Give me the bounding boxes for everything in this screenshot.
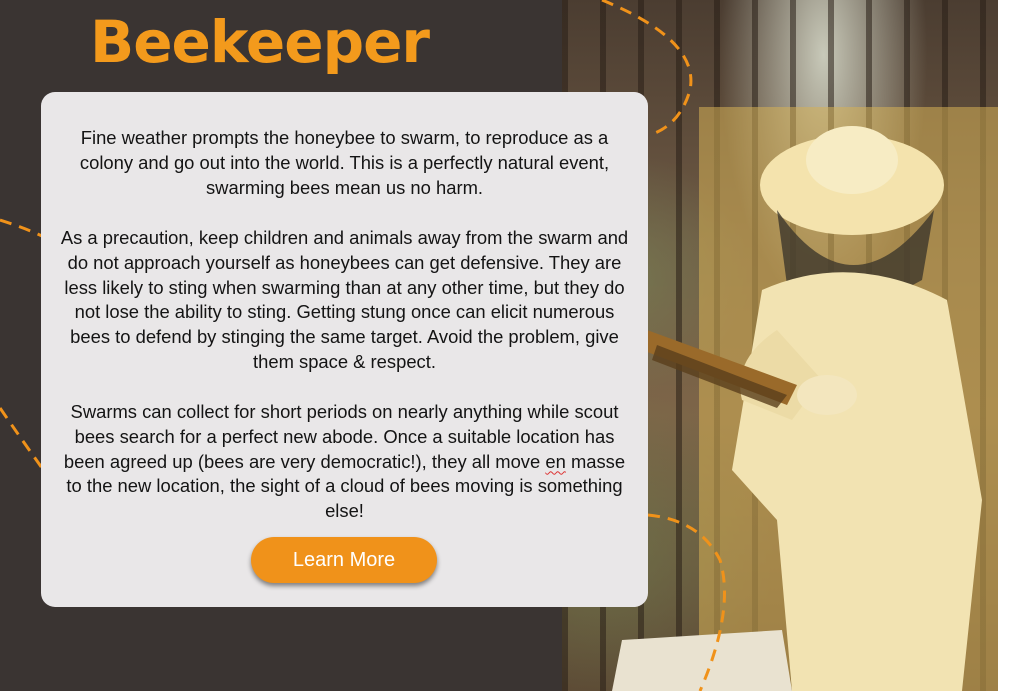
spellcheck-flagged-word: en — [545, 450, 566, 472]
card-paragraph-1: Fine weather prompts the honeybee to swa… — [79, 127, 610, 198]
right-edge-strip — [998, 0, 1010, 691]
card-paragraph-3: Swarms can collect for short periods on … — [55, 400, 634, 524]
info-card: Fine weather prompts the honeybee to swa… — [41, 92, 648, 607]
learn-more-button[interactable]: Learn More — [251, 537, 437, 583]
paragraph-3-text-start: Swarms can collect for short periods on … — [63, 401, 619, 472]
page-title: Beekeeper — [90, 8, 430, 76]
card-paragraph-2: As a precaution, keep children and anima… — [60, 227, 629, 372]
